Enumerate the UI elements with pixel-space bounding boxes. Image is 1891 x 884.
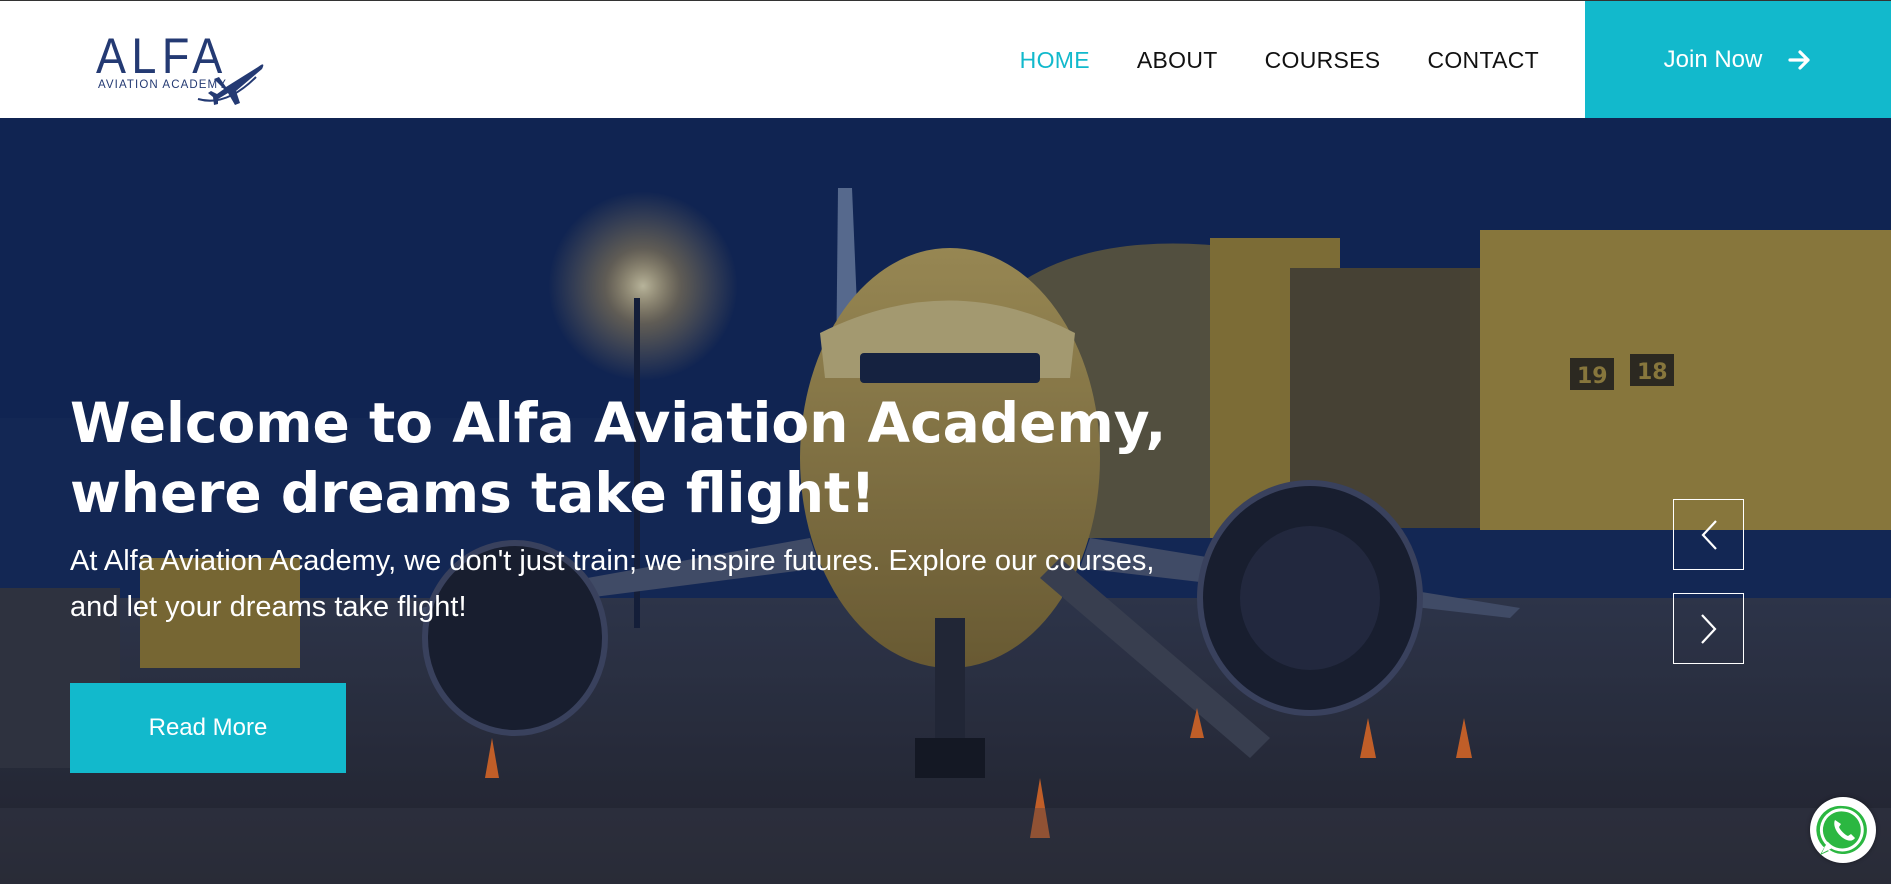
hero-subtitle: At Alfa Aviation Academy, we don't just … (70, 545, 1155, 623)
hero-slider: 19 18 Welcome to Alfa Aviation Academy, … (0, 118, 1891, 884)
nav-about[interactable]: ABOUT (1137, 47, 1218, 74)
nav-home[interactable]: HOME (1020, 47, 1090, 74)
join-now-label: Join Now (1663, 46, 1763, 73)
arrow-right-icon (1788, 49, 1812, 71)
logo[interactable]: ALFA AVIATION ACADEMY (96, 27, 266, 107)
whatsapp-button[interactable] (1810, 797, 1876, 863)
slider-prev-button[interactable] (1673, 499, 1744, 570)
hero-title: Welcome to Alfa Aviation Academy, where … (70, 391, 1167, 525)
airplane-icon (197, 64, 264, 105)
chevron-right-icon (1700, 613, 1717, 644)
top-navbar: ALFA AVIATION ACADEMY HOME ABOUT COURSES… (0, 0, 1891, 119)
read-more-button[interactable]: Read More (70, 683, 346, 773)
slider-next-button[interactable] (1673, 593, 1744, 664)
join-now-button[interactable]: Join Now (1585, 1, 1891, 119)
nav-courses[interactable]: COURSES (1265, 47, 1381, 74)
main-nav: HOME ABOUT COURSES CONTACT (973, 1, 1539, 119)
chevron-left-icon (1700, 519, 1717, 550)
logo-tagline: AVIATION ACADEMY (98, 79, 228, 91)
read-more-label: Read More (148, 714, 268, 741)
whatsapp-icon (1816, 805, 1867, 855)
nav-contact[interactable]: CONTACT (1427, 47, 1539, 74)
